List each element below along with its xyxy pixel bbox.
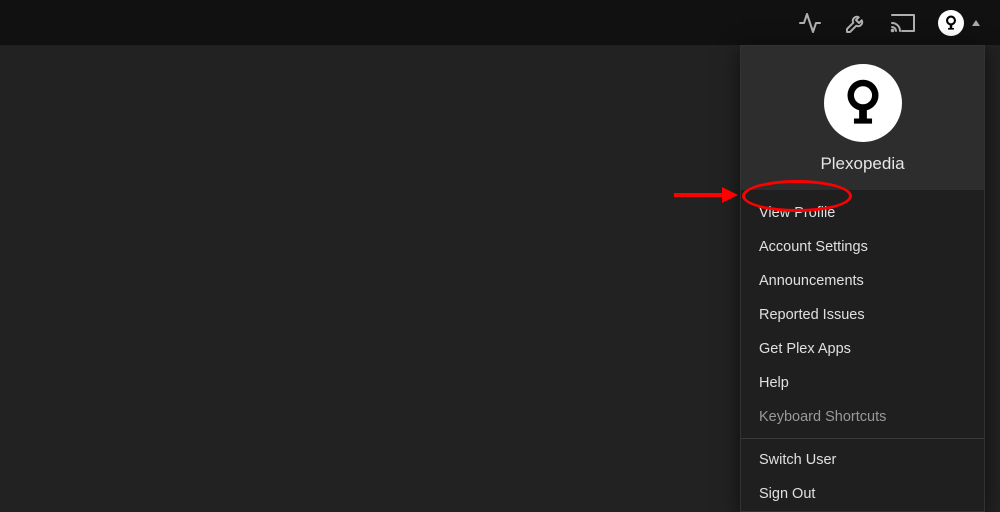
menu-account-settings[interactable]: Account Settings [741, 230, 984, 264]
menu-reported-issues[interactable]: Reported Issues [741, 298, 984, 332]
dropdown-header: Plexopedia [741, 46, 984, 190]
tree-avatar-icon [832, 72, 894, 134]
menu-help[interactable]: Help [741, 366, 984, 400]
activity-icon[interactable] [798, 11, 822, 35]
username-label: Plexopedia [751, 154, 974, 174]
annotation-arrow [670, 184, 740, 206]
menu-get-plex-apps[interactable]: Get Plex Apps [741, 332, 984, 366]
menu-divider [741, 438, 984, 439]
caret-up-icon[interactable] [972, 20, 980, 26]
user-dropdown: Plexopedia View Profile Account Settings… [740, 45, 985, 512]
settings-wrench-icon[interactable] [844, 11, 868, 35]
cast-icon[interactable] [890, 12, 916, 34]
menu-sign-out[interactable]: Sign Out [741, 477, 984, 511]
menu-keyboard-shortcuts[interactable]: Keyboard Shortcuts [741, 400, 984, 434]
tree-avatar-icon [941, 13, 961, 33]
menu-announcements[interactable]: Announcements [741, 264, 984, 298]
user-avatar-small[interactable] [938, 10, 964, 36]
topbar [0, 0, 1000, 45]
user-avatar-large[interactable] [824, 64, 902, 142]
menu-switch-user[interactable]: Switch User [741, 443, 984, 477]
menu-view-profile[interactable]: View Profile [741, 196, 984, 230]
